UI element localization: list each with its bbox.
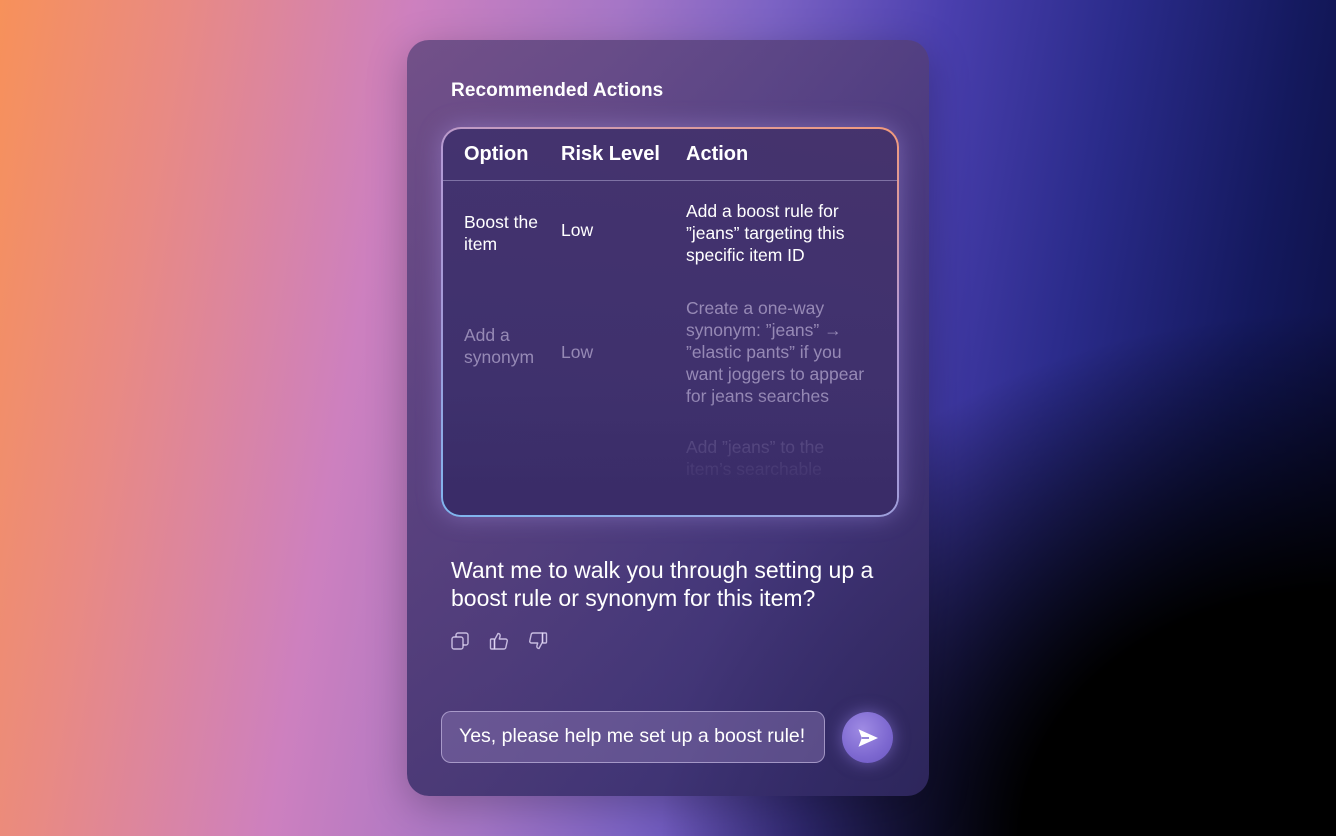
assistant-message: Want me to walk you through setting up a…: [451, 557, 874, 611]
row-risk-cell: Low: [561, 342, 594, 362]
column-header-risk-level: Risk Level: [561, 143, 660, 165]
thumbs-down-icon[interactable]: [527, 630, 548, 651]
recommended-actions-table: Option Risk Level Action Boost the item …: [441, 127, 899, 517]
card-title: Recommended Actions: [451, 80, 664, 101]
column-header-option: Option: [464, 143, 529, 165]
message-actions: [449, 630, 548, 651]
header-divider: [443, 180, 897, 181]
row-action-cell: Add a boost rule for ”jeans” targeting t…: [686, 201, 845, 265]
message-input[interactable]: Yes, please help me set up a boost rule!: [441, 711, 825, 763]
send-button[interactable]: [842, 712, 893, 763]
chat-card: Recommended Actions Option Risk Level Ac…: [407, 40, 929, 796]
table-body[interactable]: Option Risk Level Action Boost the item …: [443, 129, 897, 515]
column-header-action: Action: [686, 143, 749, 165]
row-option-cell: Boost the item: [464, 212, 538, 254]
row-action-cell: Create a one-way synonym: ”jeans” → ”ela…: [686, 298, 865, 406]
thumbs-up-icon[interactable]: [488, 630, 509, 651]
scroll-fade: [443, 395, 897, 515]
row-action-cell: Add ”jeans” to the item’s searchable: [686, 437, 825, 479]
send-icon: [856, 726, 880, 750]
row-risk-cell: Low: [561, 220, 594, 240]
copy-icon[interactable]: [449, 630, 470, 651]
message-input-value: Yes, please help me set up a boost rule!: [459, 725, 806, 747]
row-option-cell: Add a synonym: [464, 325, 535, 367]
